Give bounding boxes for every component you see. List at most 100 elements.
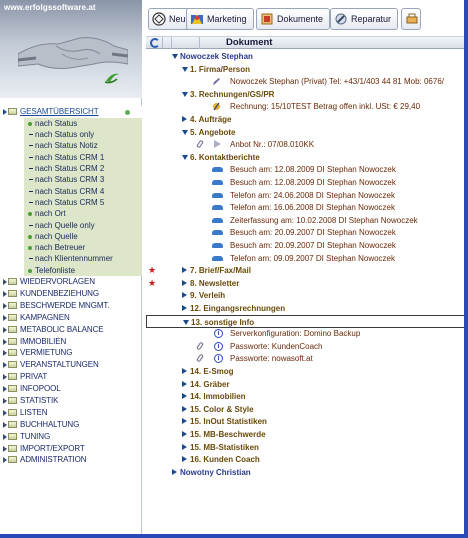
expand-arrow-icon[interactable]	[182, 279, 187, 286]
subnav-item[interactable]: nach Status only	[24, 129, 142, 140]
tree-leaf-row[interactable]: Nowoczek Stephan (Privat) Tel: +43/1/403…	[146, 75, 468, 88]
tree-section-row[interactable]: 4. Aufträge	[146, 113, 468, 126]
subnav-item[interactable]: nach Ort	[24, 208, 142, 219]
tree-leaf-row[interactable]: i Passworte: nowasoft.at	[146, 352, 468, 365]
tree-root-row[interactable]: Nowoczek Stephan	[146, 50, 468, 63]
vertical-scrollbar[interactable]	[464, 0, 468, 538]
nav-item[interactable]: WIEDERVORLAGEN	[0, 276, 142, 288]
subnav-item[interactable]: nach Status CRM 1	[24, 152, 142, 163]
tree-section-row[interactable]: 13. sonstige Info	[146, 314, 468, 328]
nav-item[interactable]: BESCHWERDE Mngmt.	[0, 300, 142, 312]
tree-section-row[interactable]: 6. Kontaktberichte	[146, 151, 468, 164]
tree-section-row[interactable]: ★ 7. Brief/Fax/Mail	[146, 264, 468, 277]
expand-arrow-icon[interactable]	[182, 380, 187, 387]
tree-section-row[interactable]: 14. Immobilien	[146, 390, 468, 403]
collapse-arrow-icon[interactable]	[182, 129, 188, 135]
refresh-icon[interactable]	[150, 38, 160, 48]
tree-section-row[interactable]: ★ 8. Newsletter	[146, 277, 468, 290]
subnav-item[interactable]: nach Quelle only	[24, 220, 142, 231]
subnav-item[interactable]: nach Status	[24, 118, 142, 129]
nav-item[interactable]: KUNDENBEZIEHUNG	[0, 288, 142, 300]
nav-item[interactable]: ADMINISTRATION	[0, 454, 142, 466]
tree-leaf-row[interactable]: Zeiterfassung am: 10.02.2008 DI Stephan …	[146, 214, 468, 227]
expand-arrow-icon[interactable]	[3, 109, 7, 115]
collapse-arrow-icon[interactable]	[182, 91, 188, 97]
expand-arrow-icon[interactable]	[182, 368, 187, 374]
expand-arrow-icon[interactable]	[3, 302, 7, 309]
nav-item[interactable]: METABOLIC BALANCE	[0, 324, 142, 336]
subnav-item[interactable]: nach Status Notiz	[24, 140, 142, 151]
subnav-item[interactable]: nach Status CRM 2	[24, 163, 142, 174]
nav-item[interactable]: IMPORT/EXPORT	[0, 443, 142, 455]
expand-arrow-icon[interactable]	[182, 116, 187, 122]
expand-arrow-icon[interactable]	[182, 292, 187, 299]
more-toolbar-button[interactable]	[401, 8, 421, 30]
expand-arrow-icon[interactable]	[182, 405, 187, 412]
tree-section-row[interactable]: 16. Kunden Coach	[146, 453, 468, 466]
expand-arrow-icon[interactable]	[182, 267, 187, 274]
column-header-document[interactable]: Dokument	[226, 37, 272, 49]
expand-arrow-icon[interactable]	[3, 338, 7, 345]
tree-leaf-row[interactable]: Besuch am: 20.09.2007 DI Stephan Nowocze…	[146, 226, 468, 239]
tree-section-row[interactable]: 15. MB-Statistiken	[146, 441, 468, 454]
tree-section-row[interactable]: 15. MB-Beschwerde	[146, 428, 468, 441]
expand-arrow-icon[interactable]	[182, 305, 187, 311]
subnav-item[interactable]: Telefonliste	[24, 265, 142, 276]
tree-root-row[interactable]: Nowotny Christian	[146, 466, 468, 479]
collapse-arrow-icon[interactable]	[172, 54, 178, 59]
nav-item[interactable]: LISTEN	[0, 407, 142, 419]
tree-section-row[interactable]: 14. E-Smog	[146, 365, 468, 378]
subnav-item[interactable]: nach Betreuer	[24, 242, 142, 253]
expand-arrow-icon[interactable]	[3, 445, 7, 452]
expand-arrow-icon[interactable]	[182, 418, 187, 425]
tree-leaf-row[interactable]: Besuch am: 12.08.2009 DI Stephan Nowocze…	[146, 176, 468, 189]
nav-item[interactable]: VERANSTALTUNGEN	[0, 359, 142, 371]
tree-leaf-row[interactable]: Besuch am: 20.09.2007 DI Stephan Nowocze…	[146, 239, 468, 252]
tree-leaf-row[interactable]: i Serverkonfiguration: Domino Backup	[146, 327, 468, 340]
tree-leaf-row[interactable]: i Passworte: KundenCoach	[146, 340, 468, 353]
subnav-item[interactable]: nach Status CRM 5	[24, 197, 142, 208]
tree-section-row[interactable]: 5. Angebote	[146, 126, 468, 139]
nav-item[interactable]: BUCHHALTUNG	[0, 419, 142, 431]
expand-arrow-icon[interactable]	[3, 397, 7, 404]
expand-arrow-icon[interactable]	[3, 433, 7, 440]
repair-button[interactable]: Reparatur	[330, 8, 399, 30]
expand-arrow-icon[interactable]	[182, 443, 187, 450]
expand-arrow-icon[interactable]	[3, 374, 7, 381]
expand-arrow-icon[interactable]	[3, 386, 7, 393]
expand-arrow-icon[interactable]	[3, 421, 7, 428]
subnav-item[interactable]: nach Status CRM 3	[24, 174, 142, 185]
collapse-arrow-icon[interactable]	[182, 66, 188, 72]
nav-item[interactable]: STATISTIK	[0, 395, 142, 407]
nav-item[interactable]: IMMOBILIEN	[0, 336, 142, 348]
tree-leaf-row[interactable]: Rechnung: 15/10TEST Betrag offen inkl. U…	[146, 100, 468, 113]
tree-section-row[interactable]: 1. Firma/Person	[146, 63, 468, 76]
horizontal-scrollbar[interactable]	[0, 534, 468, 538]
tree-leaf-row[interactable]: Telefon am: 16.06.2008 DI Stephan Nowocz…	[146, 201, 468, 214]
expand-arrow-icon[interactable]	[3, 350, 7, 357]
column-header-2[interactable]	[163, 37, 172, 49]
nav-item[interactable]: INFOPOOL	[0, 383, 142, 395]
tree-section-row[interactable]: 14. Gräber	[146, 378, 468, 391]
expand-arrow-icon[interactable]	[182, 393, 187, 400]
expand-arrow-icon[interactable]	[172, 468, 177, 475]
tree-leaf-row[interactable]: Anbot Nr.: 07/08.010KK	[146, 138, 468, 151]
tree-leaf-row[interactable]: Telefon am: 24.06.2008 DI Stephan Nowocz…	[146, 189, 468, 202]
tree-leaf-row[interactable]: Besuch am: 12.08.2009 DI Stephan Nowocze…	[146, 163, 468, 176]
tree-leaf-row[interactable]: Telefon am: 09.09.2007 DI Stephan Nowocz…	[146, 252, 468, 265]
subnav-item[interactable]: nach Quelle	[24, 231, 142, 242]
expand-arrow-icon[interactable]	[182, 431, 187, 437]
expand-arrow-icon[interactable]	[3, 314, 7, 321]
tree-section-row[interactable]: 12. Eingangsrechnungen	[146, 302, 468, 315]
subnav-item[interactable]: nach Status CRM 4	[24, 186, 142, 197]
tree-section-row[interactable]: 15. InOut Statistiken	[146, 415, 468, 428]
documents-button[interactable]: Dokumente	[256, 8, 331, 30]
expand-arrow-icon[interactable]	[3, 409, 7, 416]
collapse-arrow-icon[interactable]	[183, 319, 189, 325]
expand-arrow-icon[interactable]	[3, 290, 7, 297]
column-header-3[interactable]	[172, 37, 200, 49]
expand-arrow-icon[interactable]	[3, 326, 7, 333]
nav-item[interactable]: TUNING	[0, 431, 142, 443]
tree-section-row[interactable]: 3. Rechnungen/GS/PR	[146, 88, 468, 101]
expand-arrow-icon[interactable]	[3, 279, 7, 286]
